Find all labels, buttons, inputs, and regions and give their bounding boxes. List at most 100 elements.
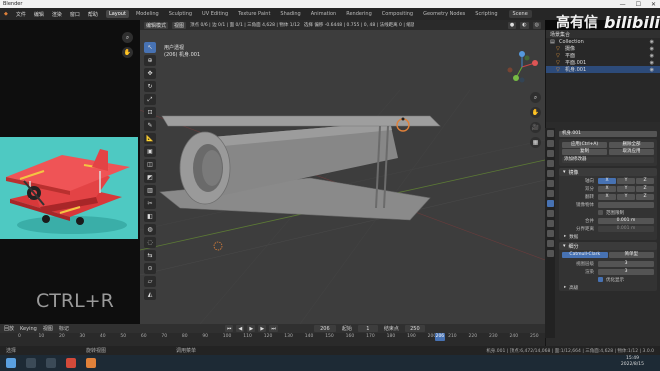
overlay-button[interactable]: ◎: [532, 21, 541, 29]
menu-window[interactable]: 窗口: [70, 11, 80, 18]
menu-edit[interactable]: 编辑: [34, 11, 44, 18]
end-frame-field[interactable]: 250: [404, 325, 425, 332]
particles-tab-icon[interactable]: [546, 210, 554, 217]
material-tab-icon[interactable]: [546, 250, 554, 257]
playback-menu[interactable]: 回放: [4, 325, 14, 332]
play-icon[interactable]: ▶: [247, 325, 256, 332]
outliner-item[interactable]: ▽ 摄像 ◉: [546, 45, 660, 53]
select-tool-icon[interactable]: ↖: [144, 42, 156, 53]
close-button[interactable]: ✕: [651, 1, 656, 8]
output-tab-icon[interactable]: [546, 150, 554, 157]
bisect-x-toggle[interactable]: X: [598, 185, 616, 192]
shrink-tool-icon[interactable]: ⊙: [144, 263, 156, 274]
render-tab-icon[interactable]: [546, 140, 554, 147]
unapply-button[interactable]: 取消应用: [609, 149, 654, 155]
maximize-button[interactable]: ☐: [636, 1, 641, 8]
tab-modeling[interactable]: Modeling: [133, 10, 162, 18]
camera-view-icon[interactable]: 🎥: [530, 122, 541, 133]
task-view-icon[interactable]: [46, 358, 56, 368]
outliner-item[interactable]: ▤ Collection ◉: [546, 38, 660, 45]
jump-end-icon[interactable]: ⏭: [269, 325, 278, 332]
measure-tool-icon[interactable]: 📐: [144, 133, 156, 144]
marker-menu[interactable]: 标记: [59, 325, 69, 332]
subsurf-modifier-header[interactable]: ▾ 细分: [559, 242, 657, 250]
simple-tab[interactable]: 简单型: [608, 252, 654, 258]
tab-sculpting[interactable]: Sculpting: [166, 10, 195, 18]
eye-icon[interactable]: ◉: [650, 39, 654, 45]
loop-cut-tool-icon[interactable]: ▥: [144, 185, 156, 196]
tab-shading[interactable]: Shading: [277, 10, 303, 18]
minimize-button[interactable]: —: [620, 1, 626, 8]
data-tab-icon[interactable]: [546, 240, 554, 247]
playhead[interactable]: 206: [434, 333, 445, 341]
scene-selector[interactable]: Scene: [508, 10, 532, 18]
flip-z-toggle[interactable]: Z: [636, 193, 654, 200]
video-app-icon[interactable]: [66, 358, 76, 368]
menu-file[interactable]: 文件: [16, 11, 26, 18]
merge-distance-field[interactable]: 0.001 m: [598, 217, 654, 224]
annotate-tool-icon[interactable]: ✎: [144, 120, 156, 131]
tab-scripting[interactable]: Scripting: [472, 10, 500, 18]
ortho-toggle-icon[interactable]: ▦: [530, 137, 541, 148]
outliner-item-selected[interactable]: ▽ 机身.001 ◉: [546, 66, 660, 73]
tab-compositing[interactable]: Compositing: [379, 10, 416, 18]
bisect-distance-field[interactable]: 0.001 m: [598, 225, 654, 232]
tab-uv-editing[interactable]: UV Editing: [199, 10, 231, 18]
axis-y-toggle[interactable]: Y: [617, 177, 635, 184]
extrude-tool-icon[interactable]: ▣: [144, 146, 156, 157]
3d-viewport[interactable]: [139, 30, 546, 325]
copy-button[interactable]: 复制: [562, 149, 607, 155]
spin-tool-icon[interactable]: ◍: [144, 224, 156, 235]
physics-tab-icon[interactable]: [546, 220, 554, 227]
search-taskbar-icon[interactable]: [26, 358, 36, 368]
axis-z-toggle[interactable]: Z: [636, 177, 654, 184]
view-layer-tab-icon[interactable]: [546, 160, 554, 167]
keying-menu[interactable]: Keying: [20, 326, 37, 332]
modifier-tab-icon[interactable]: [546, 200, 554, 207]
move-tool-icon[interactable]: ✥: [144, 68, 156, 79]
navigation-gizmo[interactable]: [505, 50, 539, 84]
mode-selector[interactable]: 编辑模式: [144, 21, 169, 29]
eye-icon[interactable]: ◉: [650, 46, 654, 52]
current-frame-field[interactable]: 206: [313, 325, 336, 332]
transform-tool-icon[interactable]: ⊡: [144, 107, 156, 118]
scene-tab-icon[interactable]: [546, 170, 554, 177]
eye-icon[interactable]: ◉: [650, 67, 654, 73]
menu-render[interactable]: 渲染: [52, 11, 62, 18]
blender-app-icon[interactable]: [86, 358, 96, 368]
add-modifier-button[interactable]: 添加修改器: [562, 156, 654, 163]
world-tab-icon[interactable]: [546, 180, 554, 187]
step-back-icon[interactable]: ◀: [236, 325, 245, 332]
apply-all-button[interactable]: 应用(Ctrl+A): [562, 142, 607, 148]
tab-animation[interactable]: Animation: [308, 10, 340, 18]
axis-x-toggle[interactable]: X: [598, 177, 616, 184]
levels-render-field[interactable]: 3: [598, 268, 654, 275]
view-menu[interactable]: 视图: [172, 21, 187, 29]
zoom-icon[interactable]: ⌕: [122, 32, 133, 43]
tool-tab-icon[interactable]: [546, 130, 554, 137]
levels-viewport-field[interactable]: 3: [598, 260, 654, 267]
delete-all-button[interactable]: 删除全部: [609, 142, 654, 148]
outliner-item[interactable]: ▽ 平面 ◉: [546, 52, 660, 60]
flip-y-toggle[interactable]: Y: [617, 193, 635, 200]
shading-material-button[interactable]: ◐: [520, 21, 529, 29]
tab-texture-paint[interactable]: Texture Paint: [235, 10, 273, 18]
mirror-modifier-header[interactable]: ▾ 镜像: [559, 168, 657, 176]
knife-tool-icon[interactable]: ✂: [144, 198, 156, 209]
eye-icon[interactable]: ◉: [650, 60, 654, 66]
step-forward-icon[interactable]: ▶: [258, 325, 267, 332]
edge-slide-tool-icon[interactable]: ⇆: [144, 250, 156, 261]
advanced-row[interactable]: ▸ 高级: [562, 284, 654, 291]
menu-help[interactable]: 帮助: [88, 11, 98, 18]
cursor-tool-icon[interactable]: ⊕: [144, 55, 156, 66]
inset-tool-icon[interactable]: ◫: [144, 159, 156, 170]
outliner-item[interactable]: ▽ 平面.001 ◉: [546, 59, 660, 67]
mirror-object-field[interactable]: [598, 201, 654, 208]
constraints-tab-icon[interactable]: [546, 230, 554, 237]
bisect-z-toggle[interactable]: Z: [636, 185, 654, 192]
flip-x-toggle[interactable]: X: [598, 193, 616, 200]
zoom-view-icon[interactable]: ⌕: [530, 92, 541, 103]
timeline-ruler[interactable]: 0 10 20 30 40 50 60 70 80 90 100 110 120 130 140 150 160…: [0, 334, 545, 342]
shading-solid-button[interactable]: ●: [507, 21, 517, 29]
rotate-tool-icon[interactable]: ↻: [144, 81, 156, 92]
